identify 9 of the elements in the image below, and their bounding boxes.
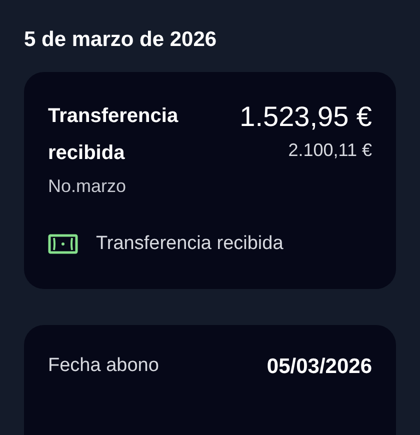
detail-value: 05/03/2026 xyxy=(266,354,372,380)
banknote-icon xyxy=(48,234,78,254)
amount: 1.523,95 € xyxy=(240,100,372,134)
balance: 2.100,11 € xyxy=(288,139,372,162)
date-heading: 5 de marzo de 2026 xyxy=(24,27,218,53)
transaction-title: Transferencia recibida xyxy=(48,104,180,166)
detail-label: Fecha abono xyxy=(48,354,159,378)
concept: No.marzo xyxy=(48,175,128,198)
category-label: Transferencia recibida xyxy=(96,232,284,256)
